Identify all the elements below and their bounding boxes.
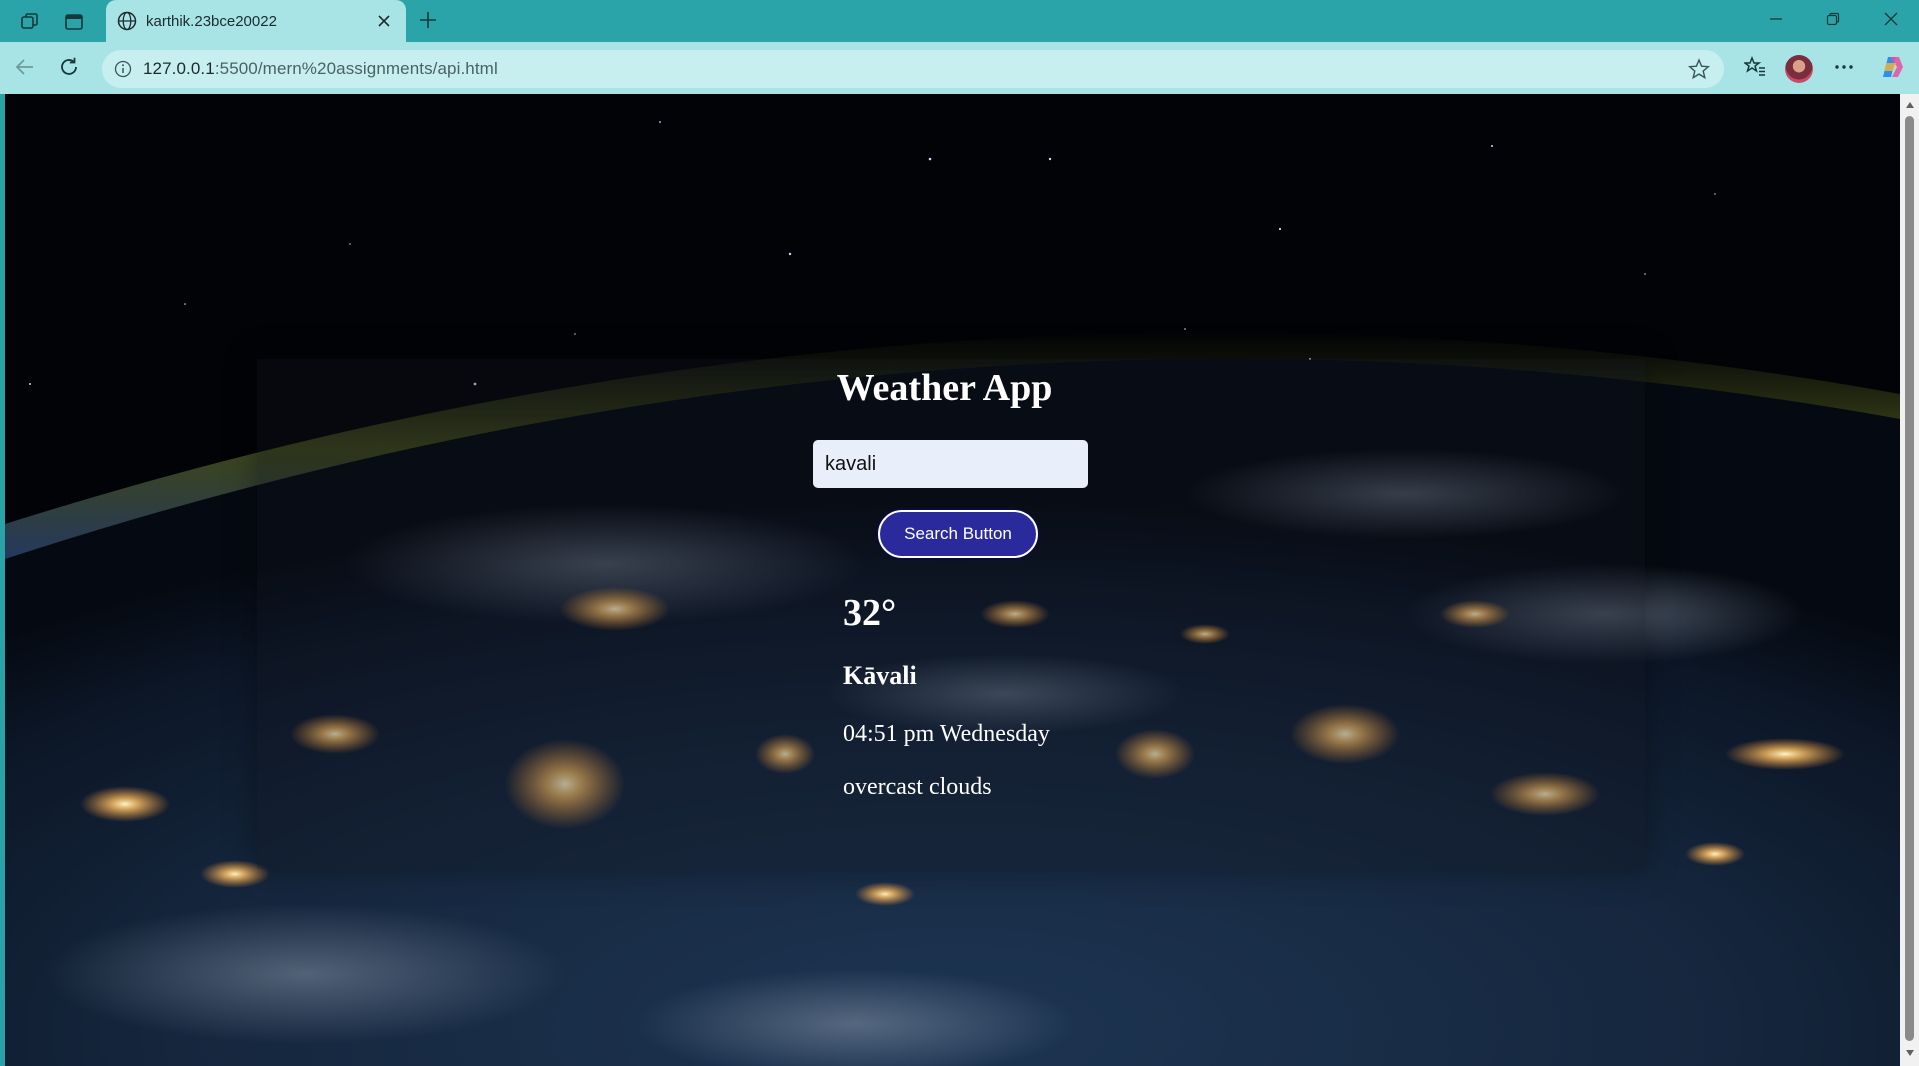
restore-icon — [1826, 12, 1840, 31]
copilot-button[interactable] — [1878, 54, 1908, 84]
temperature: 32° — [843, 592, 897, 634]
weather-description: overcast clouds — [843, 774, 992, 800]
plus-icon — [419, 11, 437, 34]
tab-title: karthik.23bce20022 — [146, 13, 277, 30]
close-window-button[interactable] — [1868, 6, 1914, 36]
avatar — [1785, 55, 1813, 83]
search-input[interactable] — [813, 440, 1088, 488]
new-tab-button[interactable] — [414, 8, 442, 36]
favorites-button[interactable] — [1740, 54, 1770, 84]
minimize-icon — [1769, 12, 1783, 31]
workspaces-icon[interactable] — [16, 8, 44, 36]
more-button[interactable] — [1829, 54, 1859, 84]
scroll-up-icon[interactable] — [1904, 100, 1915, 110]
profile-button[interactable] — [1784, 54, 1814, 84]
browser-tab-active[interactable]: karthik.23bce20022 — [106, 0, 406, 42]
restore-button[interactable] — [1810, 6, 1856, 36]
star-icon[interactable] — [1688, 58, 1710, 80]
globe-icon — [116, 10, 138, 32]
favorites-icon — [1742, 55, 1766, 83]
refresh-button[interactable] — [54, 54, 84, 84]
search-button[interactable]: Search Button — [878, 510, 1038, 558]
page-title: Weather App — [836, 367, 1053, 409]
url-text[interactable]: 127.0.0.1:5500/mern%20assignments/api.ht… — [143, 59, 498, 79]
minimize-button[interactable] — [1753, 6, 1799, 36]
scrollbar-thumb[interactable] — [1905, 116, 1914, 1041]
back-arrow-icon — [14, 56, 36, 83]
more-icon — [1833, 56, 1855, 83]
refresh-icon — [58, 56, 80, 83]
address-bar[interactable]: 127.0.0.1:5500/mern%20assignments/api.ht… — [102, 50, 1724, 88]
close-icon[interactable] — [372, 9, 396, 33]
close-icon — [1884, 12, 1898, 31]
copilot-icon — [1880, 54, 1906, 85]
page-viewport: Weather App Search Button 32° Kāvali 04:… — [5, 94, 1900, 1066]
info-icon[interactable] — [112, 58, 134, 80]
date-time: 04:51 pm Wednesday — [843, 721, 1050, 747]
scroll-down-icon[interactable] — [1904, 1048, 1915, 1058]
browser-title-bar: karthik.23bce20022 — [0, 0, 1919, 42]
page-scrollbar[interactable] — [1900, 94, 1919, 1066]
back-button[interactable] — [10, 54, 40, 84]
tab-actions-icon[interactable] — [60, 8, 88, 36]
url-path: :5500/mern%20assignments/api.html — [214, 59, 498, 78]
city-name: Kāvali — [843, 661, 917, 690]
url-host: 127.0.0.1 — [143, 59, 215, 78]
